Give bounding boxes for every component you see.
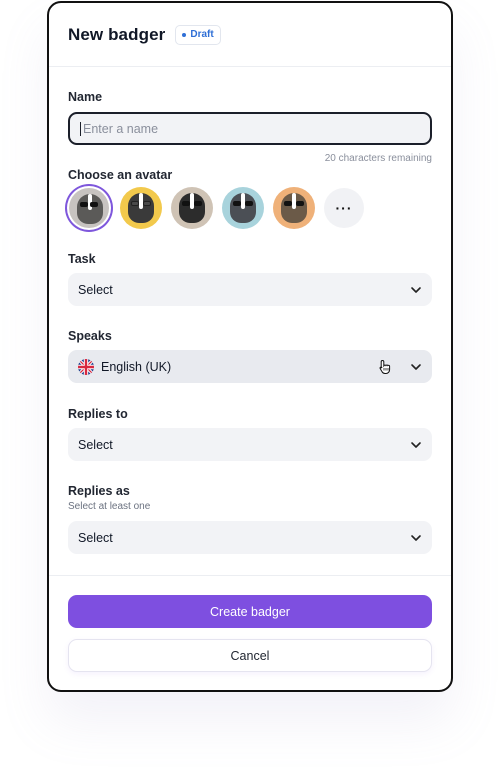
status-badge: Draft: [175, 24, 221, 45]
replies-as-select-value: Select: [78, 530, 113, 545]
text-caret: [80, 121, 81, 136]
more-avatars-button[interactable]: ···: [324, 188, 364, 228]
cancel-button[interactable]: Cancel: [68, 639, 432, 672]
task-select-value: Select: [78, 282, 113, 297]
new-badger-dialog: New badger Draft Name Enter a name 20 ch…: [47, 1, 453, 692]
footer-divider: [49, 575, 451, 576]
task-select[interactable]: Select: [68, 273, 432, 306]
chevron-down-icon: [411, 534, 421, 541]
avatar-picker: ···: [68, 187, 432, 229]
hand-cursor-icon: [379, 359, 391, 374]
page-title: New badger: [68, 24, 166, 44]
create-badger-button[interactable]: Create badger: [68, 595, 432, 628]
name-char-count: 20 characters remaining: [324, 153, 432, 164]
replies-to-label: Replies to: [68, 407, 128, 421]
uk-flag-icon: [78, 358, 94, 375]
speaks-label: Speaks: [68, 329, 112, 343]
name-placeholder: Enter a name: [83, 121, 159, 136]
avatar-option-suit[interactable]: [171, 187, 213, 229]
avatar-option-orange[interactable]: [273, 187, 315, 229]
chevron-down-icon: [411, 363, 421, 370]
replies-as-helper: Select at least one: [68, 501, 151, 512]
status-badge-label: Draft: [190, 29, 214, 40]
chevron-down-icon: [411, 441, 421, 448]
status-dot-icon: [182, 32, 187, 37]
chevron-down-icon: [411, 286, 421, 293]
avatar-option-blue[interactable]: [222, 187, 264, 229]
replies-to-select[interactable]: Select: [68, 428, 432, 461]
more-icon: ···: [335, 200, 353, 216]
dialog-header: New badger Draft: [49, 3, 451, 67]
speaks-select[interactable]: English (UK): [68, 350, 432, 383]
replies-as-select[interactable]: Select: [68, 521, 432, 554]
avatar-label: Choose an avatar: [68, 168, 173, 182]
name-input[interactable]: Enter a name: [68, 112, 432, 145]
speaks-select-value: English (UK): [101, 359, 172, 374]
avatar-option-grey[interactable]: [69, 188, 109, 228]
replies-as-label: Replies as: [68, 484, 130, 498]
name-label: Name: [68, 90, 103, 104]
replies-to-select-value: Select: [78, 437, 113, 452]
task-label: Task: [68, 252, 96, 266]
avatar-option-yellow[interactable]: [120, 187, 162, 229]
